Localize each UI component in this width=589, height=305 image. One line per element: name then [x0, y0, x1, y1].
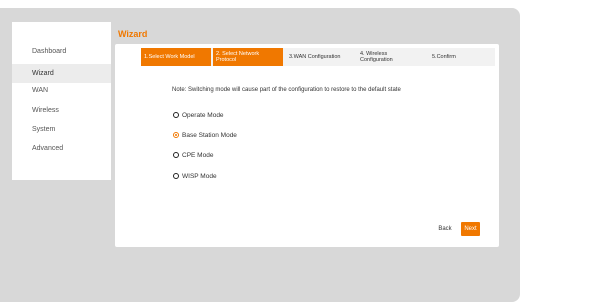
mode-option-label: Operate Mode — [182, 111, 224, 119]
back-button[interactable]: Back — [433, 222, 457, 236]
sidebar-item-wan[interactable]: WAN — [12, 81, 111, 100]
step-confirm: 5.Confirm — [432, 53, 456, 60]
step-select-work-model: 1.Select Work Model — [141, 48, 211, 66]
radio-unchecked-icon[interactable] — [173, 112, 179, 118]
sidebar-item-advanced[interactable]: Advanced — [12, 139, 111, 158]
page-title: Wizard — [118, 29, 148, 39]
sidebar-item-dashboard[interactable]: Dashboard — [12, 42, 111, 61]
radio-unchecked-icon[interactable] — [173, 173, 179, 179]
sidebar-item-wireless[interactable]: Wireless — [12, 101, 111, 120]
mode-option-wisp[interactable]: WISP Mode — [173, 171, 217, 181]
mode-option-label: CPE Mode — [182, 151, 214, 159]
step-select-network-protocol: 2. Select Network Protocol — [213, 48, 283, 66]
mode-option-operate[interactable]: Operate Mode — [173, 110, 224, 120]
mode-option-label: Base Station Mode — [182, 131, 237, 139]
sidebar: Dashboard Wizard WAN Wireless System Adv… — [12, 22, 111, 180]
mode-switch-note: Note: Switching mode will cause part of … — [172, 87, 401, 93]
mode-option-base-station[interactable]: Base Station Mode — [173, 130, 237, 140]
radio-unchecked-icon[interactable] — [173, 152, 179, 158]
wizard-steps: 1.Select Work Model 2. Select Network Pr… — [141, 48, 495, 66]
step-wan-configuration: 3.WAN Configuration — [289, 53, 341, 60]
step-wireless-configuration: 4. Wireless Configuration — [360, 50, 393, 64]
sidebar-item-system[interactable]: System — [12, 120, 111, 139]
radio-checked-icon[interactable] — [173, 132, 179, 138]
mode-option-label: WISP Mode — [182, 172, 217, 180]
mode-option-cpe[interactable]: CPE Mode — [173, 150, 213, 160]
next-button[interactable]: Next — [461, 222, 480, 236]
wizard-panel — [115, 44, 499, 247]
